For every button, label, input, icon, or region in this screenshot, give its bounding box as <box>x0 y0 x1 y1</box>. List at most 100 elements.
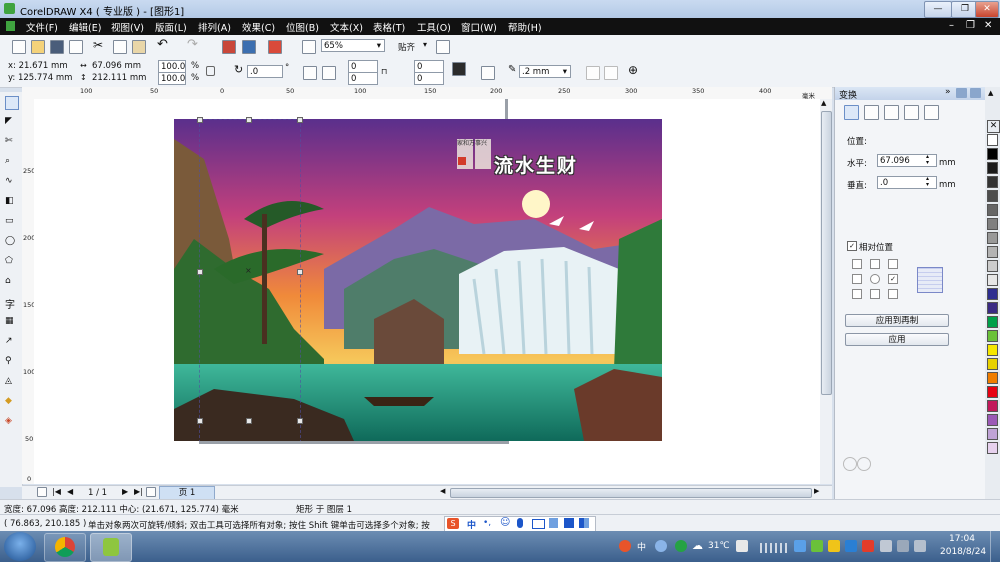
color-swatch[interactable] <box>987 442 998 454</box>
anchor-middle-left[interactable] <box>852 274 862 284</box>
rotation-angle-field[interactable]: .0 <box>247 65 283 78</box>
color-swatch[interactable] <box>987 414 998 426</box>
color-swatch[interactable] <box>987 176 998 188</box>
chevron-down-icon[interactable]: ▾ <box>423 40 427 49</box>
save-icon[interactable] <box>50 40 64 54</box>
keyboard-icon[interactable] <box>532 519 545 529</box>
security-tray-icon[interactable] <box>675 540 687 552</box>
network-speed-icon[interactable] <box>655 540 667 552</box>
microphone-icon[interactable] <box>517 518 523 528</box>
mirror-vertical-icon[interactable] <box>322 66 336 80</box>
color-swatch[interactable] <box>987 218 998 230</box>
print-icon[interactable] <box>69 40 83 54</box>
document-icon[interactable] <box>6 21 15 31</box>
application-launcher-icon[interactable] <box>268 40 282 54</box>
selection-handle[interactable] <box>246 418 252 424</box>
tray-app-icon[interactable] <box>736 540 748 552</box>
selection-handle[interactable] <box>197 418 203 424</box>
freehand-tool-icon[interactable]: ∿ <box>5 176 17 188</box>
action-center-icon[interactable] <box>914 540 926 552</box>
undo-icon[interactable]: ↶ <box>157 37 168 52</box>
doc-restore-icon[interactable]: ❐ <box>966 20 975 31</box>
ime-chinese-mode[interactable]: 中 <box>467 518 476 531</box>
color-swatch[interactable] <box>987 372 998 384</box>
color-swatch[interactable] <box>987 204 998 216</box>
welcome-screen-icon[interactable] <box>302 40 316 54</box>
round-corners-lock-icon[interactable]: ⊓ <box>381 67 387 76</box>
menu-file[interactable]: 文件(F) <box>26 20 58 34</box>
tray-app-icon[interactable] <box>811 540 823 552</box>
crop-tool-icon[interactable]: ✄ <box>5 136 17 148</box>
color-swatch[interactable] <box>987 232 998 244</box>
anchor-center[interactable] <box>870 274 880 284</box>
dimension-tool-icon[interactable]: ↗ <box>5 336 17 348</box>
import-icon[interactable] <box>222 40 236 54</box>
menu-view[interactable]: 视图(V) <box>111 20 144 34</box>
anchor-top-left[interactable] <box>852 259 862 269</box>
options-icon[interactable] <box>436 40 450 54</box>
zoom-tool-icon[interactable]: ⌕ <box>5 156 17 168</box>
menu-tools[interactable]: 工具(O) <box>417 20 451 34</box>
toolbox-grid-icon[interactable] <box>579 518 589 528</box>
open-icon[interactable] <box>31 40 45 54</box>
color-swatch[interactable] <box>987 400 998 412</box>
to-back-icon[interactable] <box>604 66 618 80</box>
color-swatch[interactable] <box>987 274 998 286</box>
new-icon[interactable] <box>12 40 26 54</box>
palette-scroll-up-icon[interactable]: ▲ <box>988 89 993 97</box>
edge-lock-icon[interactable] <box>452 62 466 76</box>
export-icon[interactable] <box>242 40 256 54</box>
ime-tray-icon[interactable]: 中 <box>637 540 646 553</box>
selection-handle[interactable] <box>246 117 252 123</box>
cut-icon[interactable]: ✂ <box>93 38 103 52</box>
wrap-text-icon[interactable] <box>481 66 495 80</box>
menu-table[interactable]: 表格(T) <box>373 20 405 34</box>
docker-close-icon[interactable] <box>970 88 981 98</box>
pick-tool-icon[interactable] <box>5 96 19 110</box>
tray-app-icon[interactable] <box>828 540 840 552</box>
color-swatch[interactable] <box>987 246 998 258</box>
anchor-bottom-right[interactable] <box>888 289 898 299</box>
color-swatch[interactable] <box>987 358 998 370</box>
sogou-ime-icon[interactable]: S <box>447 518 459 529</box>
color-swatch[interactable] <box>987 148 998 160</box>
color-swatch[interactable] <box>987 344 998 356</box>
anchor-bottom-left[interactable] <box>852 289 862 299</box>
apply-button[interactable]: 应用 <box>845 333 949 346</box>
docker-minimize-icon[interactable] <box>956 88 967 98</box>
docker-expand-icon[interactable]: » <box>945 87 951 97</box>
speaker-icon[interactable] <box>880 540 892 552</box>
horizontal-spinner-icon[interactable]: ▴ ▾ <box>926 154 929 166</box>
vertical-scrollbar[interactable]: ▲ <box>820 99 832 484</box>
menu-window[interactable]: 窗口(W) <box>461 20 497 34</box>
selection-handle[interactable] <box>297 418 303 424</box>
relative-position-checkbox[interactable]: ✓ <box>847 241 857 251</box>
vertical-spinner-icon[interactable]: ▴ ▾ <box>926 176 929 188</box>
fill-tool-icon[interactable]: ◆ <box>5 396 17 408</box>
corner-radius-bottom-left[interactable]: 0 <box>348 72 378 85</box>
menu-bitmaps[interactable]: 位图(B) <box>286 20 319 34</box>
color-swatch[interactable] <box>987 316 998 328</box>
last-page-icon[interactable]: ▶| <box>134 487 143 496</box>
no-fill-swatch[interactable]: ✕ <box>987 120 1000 133</box>
scroll-left-icon[interactable]: ◀ <box>440 487 445 495</box>
height-field[interactable]: 212.111 mm <box>92 73 146 83</box>
punctuation-icon[interactable]: •, <box>483 518 491 528</box>
show-desktop-button[interactable] <box>990 531 1000 562</box>
selected-rectangle-outline[interactable] <box>199 119 301 443</box>
start-button[interactable] <box>4 532 36 561</box>
color-swatch[interactable] <box>987 386 998 398</box>
ellipse-tool-icon[interactable]: ◯ <box>5 236 17 248</box>
outline-width-select[interactable]: .2 mm ▾ <box>519 65 571 78</box>
snap-to-menu[interactable]: 贴齐 <box>398 41 415 53</box>
width-field[interactable]: 67.096 mm <box>92 61 141 71</box>
close-button[interactable]: ✕ <box>975 1 999 18</box>
zoom-level-select[interactable]: 65% ▾ <box>321 39 385 52</box>
redo-icon[interactable]: ↷ <box>187 37 198 52</box>
eyedropper-tool-icon[interactable]: ⚲ <box>5 356 17 368</box>
color-swatch[interactable] <box>987 162 998 174</box>
taskbar-chrome[interactable] <box>44 533 86 562</box>
menu-help[interactable]: 帮助(H) <box>508 20 542 34</box>
vertical-scroll-thumb[interactable] <box>821 111 832 395</box>
corner-radius-bottom-right[interactable]: 0 <box>414 72 444 85</box>
